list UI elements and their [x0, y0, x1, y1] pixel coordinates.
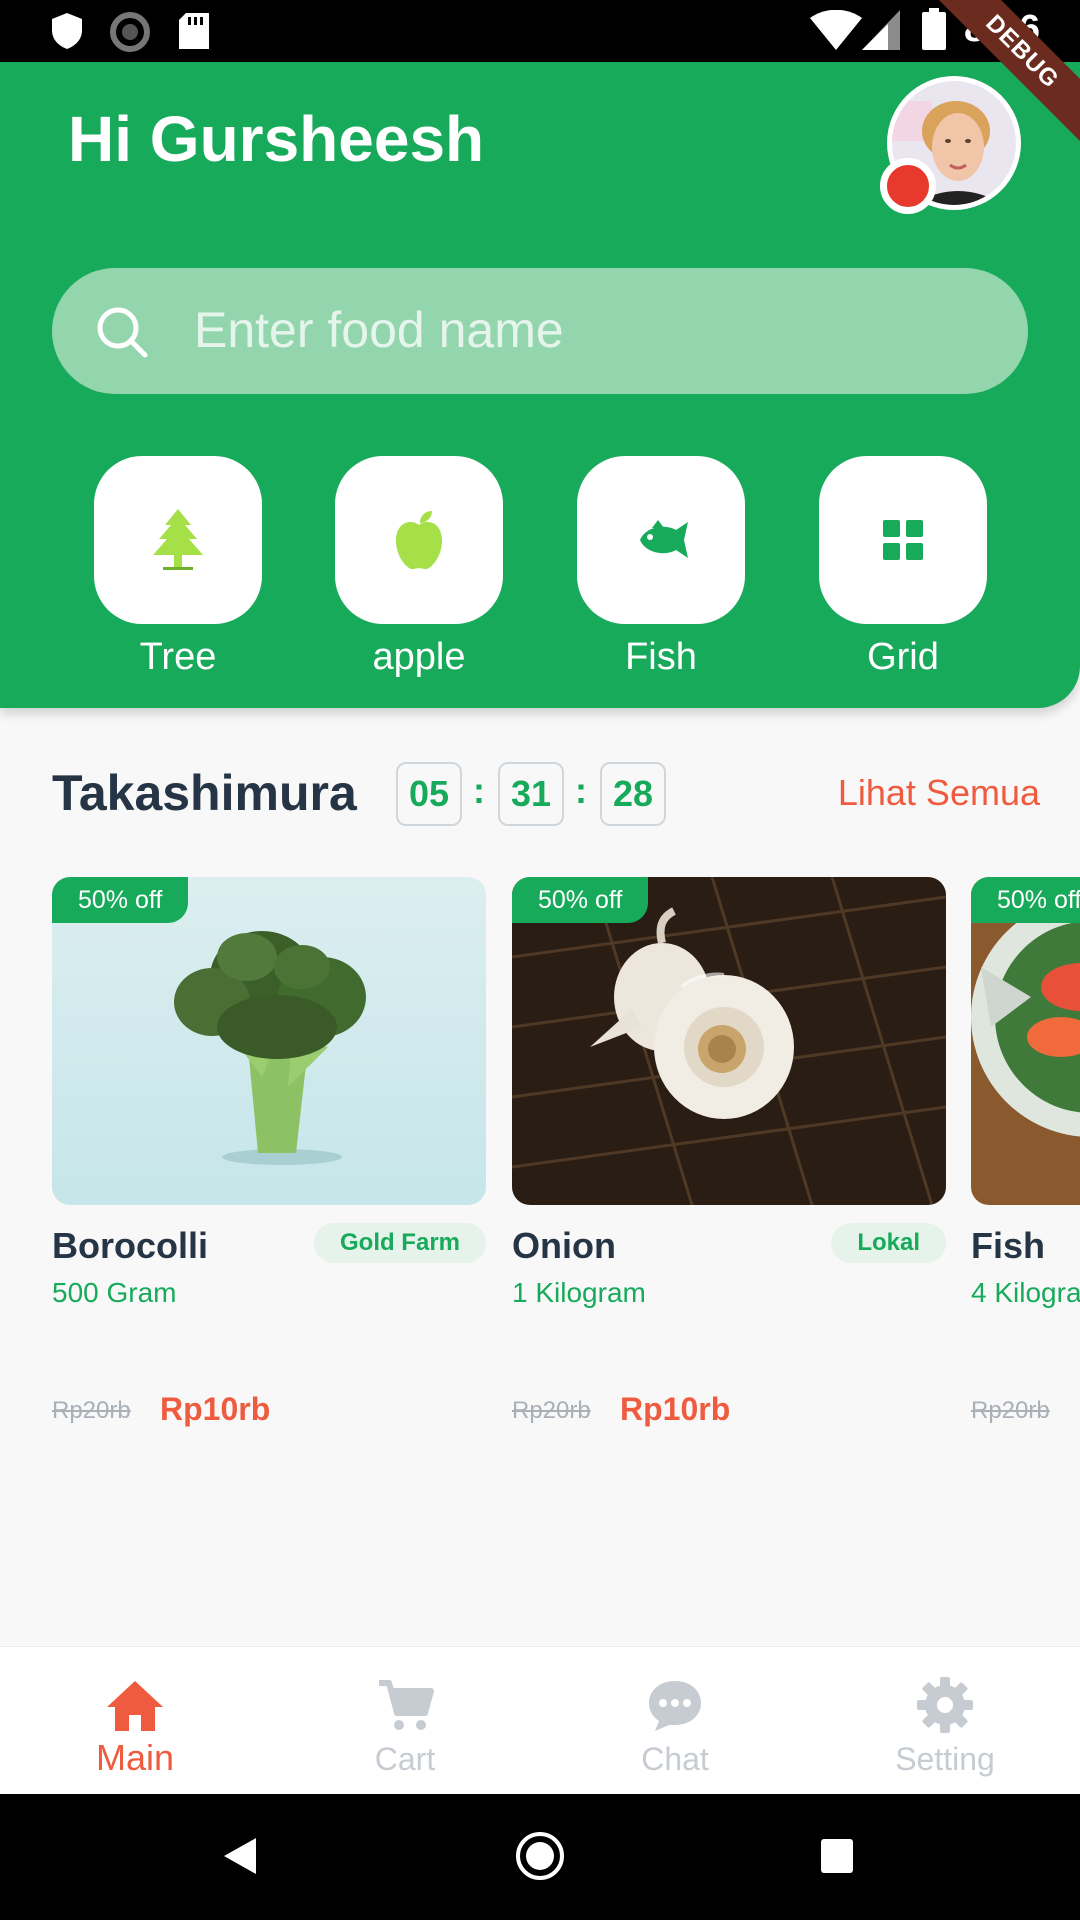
loading-icon	[110, 12, 150, 52]
fish-icon	[640, 520, 688, 558]
section-title: Takashimura	[52, 765, 357, 821]
product-card[interactable]: 50% off Onion Lokal 1 Kilogram Rp20rb Rp…	[512, 877, 946, 1427]
timer-hours: 05	[396, 762, 462, 826]
nav-label: Chat	[641, 1741, 709, 1777]
category-label: Tree	[139, 636, 217, 678]
category-label: Fish	[625, 636, 697, 678]
nav-item-cart[interactable]: Cart	[270, 1647, 540, 1794]
home-icon	[107, 1681, 163, 1731]
product-new-price: Rp10rb	[620, 1391, 731, 1427]
header: Hi Gursheesh Enter food name Tree apple …	[0, 62, 1080, 708]
wifi-icon	[810, 10, 862, 50]
category-fish-button[interactable]	[577, 456, 745, 624]
nav-item-chat[interactable]: Chat	[540, 1647, 810, 1794]
search-icon	[97, 307, 148, 358]
product-old-price: Rp20rb	[971, 1397, 1050, 1424]
status-bar: 8:36	[0, 0, 1080, 62]
nav-label: Cart	[374, 1741, 436, 1777]
signal-icon	[862, 10, 900, 50]
product-card[interactable]: 50% off Borocolli Gold Farm 500 Gram Rp2…	[52, 877, 486, 1427]
category-label: apple	[372, 636, 466, 678]
category-grid[interactable]: Grid	[819, 456, 987, 679]
product-old-price: Rp20rb	[52, 1397, 131, 1424]
app-screen: Hi Gursheesh Enter food name Tree apple …	[0, 62, 1080, 1794]
home-button-icon[interactable]	[515, 1831, 565, 1881]
recent-apps-icon[interactable]	[820, 1838, 854, 1874]
nav-item-setting[interactable]: Setting	[810, 1647, 1080, 1794]
category-apple[interactable]: apple	[335, 456, 503, 679]
timer-separator: :	[473, 770, 485, 811]
category-fish[interactable]: Fish	[577, 456, 745, 679]
category-tree-button[interactable]	[94, 456, 262, 624]
nav-item-main[interactable]: Main	[0, 1647, 270, 1794]
see-all-link[interactable]: Lihat Semua	[838, 772, 1040, 814]
product-tag: Lokal	[831, 1223, 946, 1263]
product-quantity: 500 Gram	[52, 1277, 177, 1308]
category-grid-button[interactable]	[819, 456, 987, 624]
tree-icon	[153, 509, 203, 570]
product-tag: Gold Farm	[313, 1223, 486, 1263]
product-quantity: 4 Kilogram	[971, 1277, 1080, 1308]
product-image: 50% off	[971, 877, 1080, 1205]
search-input[interactable]	[194, 294, 974, 366]
timer-seconds: 28	[600, 762, 666, 826]
apple-icon	[396, 511, 442, 570]
discount-badge: 50% off	[512, 877, 649, 923]
search-bar[interactable]	[52, 268, 1028, 394]
category-label: Grid	[867, 636, 939, 678]
back-icon[interactable]	[222, 1836, 258, 1876]
nav-label: Main	[95, 1737, 175, 1778]
product-name: Onion	[512, 1225, 616, 1266]
product-quantity: 1 Kilogram	[512, 1277, 646, 1308]
system-navigation-bar	[0, 1794, 1080, 1920]
product-image: 50% off	[52, 877, 486, 1205]
product-new-price: Rp10rb	[160, 1391, 271, 1427]
battery-icon	[922, 8, 946, 50]
product-image: 50% off	[512, 877, 946, 1205]
category-tree[interactable]: Tree	[94, 456, 262, 679]
category-apple-button[interactable]	[335, 456, 503, 624]
discount-badge: 50% off	[971, 877, 1080, 923]
timer-separator: :	[575, 770, 587, 811]
shield-icon	[52, 13, 82, 49]
product-card[interactable]: 50% off Fish 4 Kilogram Rp20rb	[971, 877, 1080, 1424]
nav-label: Setting	[895, 1741, 995, 1777]
grid-icon	[883, 520, 923, 560]
cart-icon	[379, 1680, 434, 1730]
notification-dot	[880, 158, 936, 214]
discount-badge: 50% off	[52, 877, 189, 923]
gear-icon	[917, 1677, 973, 1733]
product-name: Borocolli	[52, 1225, 209, 1266]
timer-minutes: 31	[498, 762, 564, 826]
product-old-price: Rp20rb	[512, 1397, 591, 1424]
greeting-title: Hi Gursheesh	[68, 103, 485, 175]
product-name: Fish	[971, 1225, 1046, 1266]
sd-card-icon	[179, 13, 209, 49]
chat-icon	[649, 1681, 701, 1731]
bottom-navigation: Main Cart Chat Setting	[0, 1646, 1080, 1794]
